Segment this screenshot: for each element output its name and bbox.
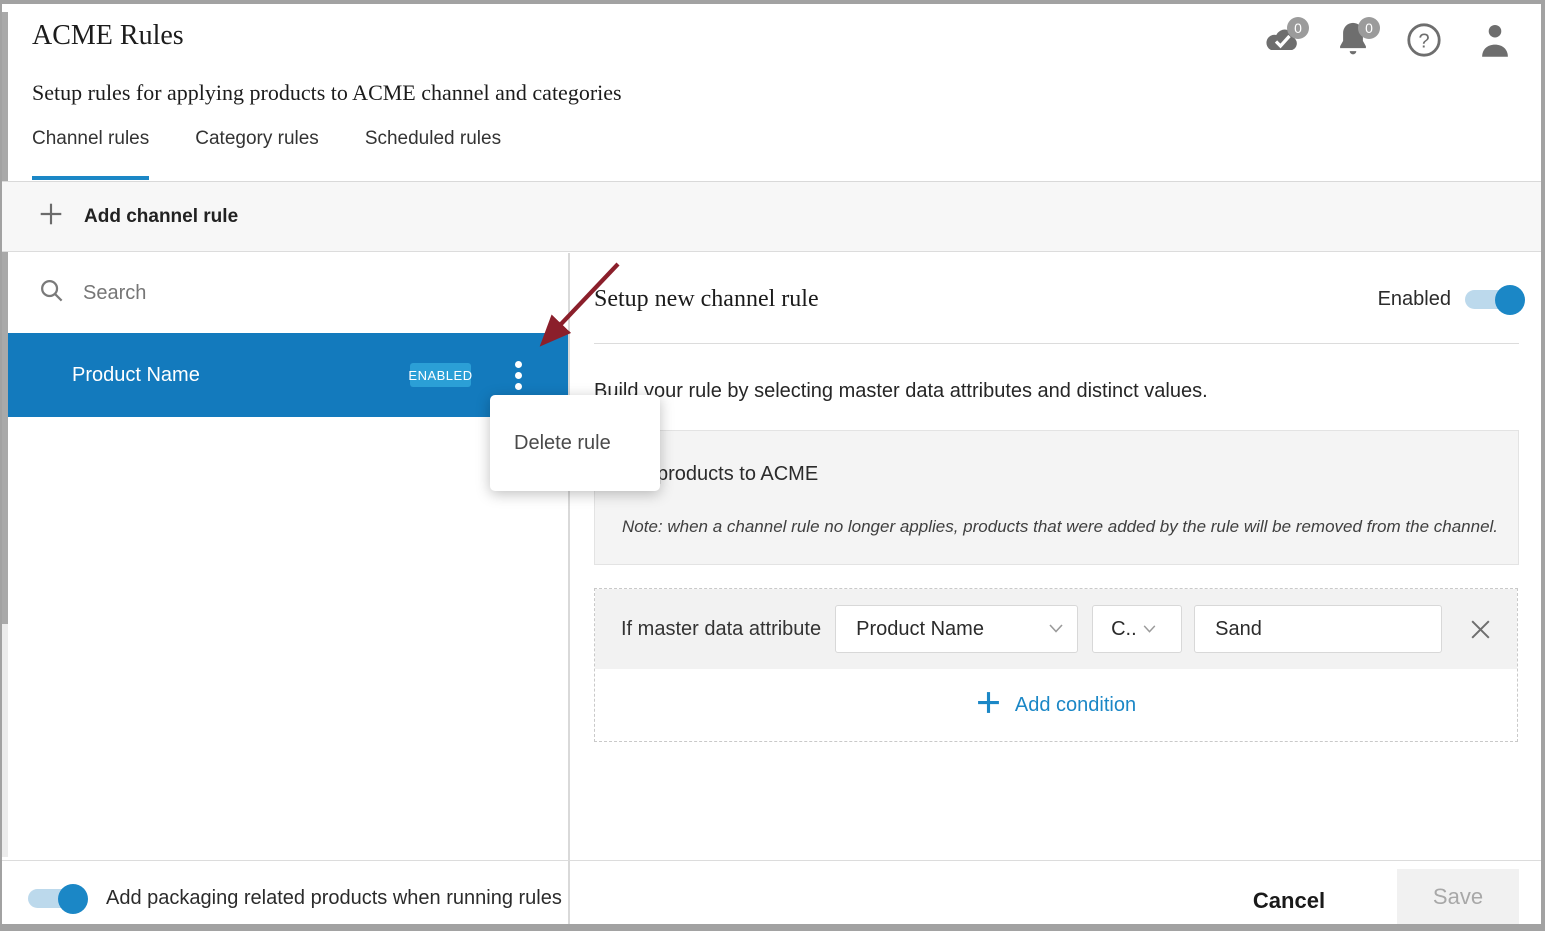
tab-bar: Channel rules Category rules Scheduled r… bbox=[32, 128, 501, 180]
header-icon-bar: 0 0 ? bbox=[1260, 20, 1517, 64]
packaging-toggle-control: Add packaging related products when runn… bbox=[28, 878, 562, 918]
chevron-down-icon bbox=[1049, 620, 1063, 638]
condition-builder: If master data attribute Product Name C.… bbox=[594, 588, 1518, 742]
panel-divider bbox=[568, 253, 570, 924]
rule-status-badge: ENABLED bbox=[410, 363, 471, 387]
toggle-knob bbox=[58, 884, 88, 914]
page-title: ACME Rules bbox=[32, 20, 184, 52]
remove-condition-button[interactable] bbox=[1468, 617, 1493, 642]
notifications-button[interactable]: 0 bbox=[1331, 20, 1375, 64]
rule-enabled-control: Enabled bbox=[1378, 288, 1523, 311]
add-condition-label: Add condition bbox=[1015, 694, 1136, 717]
rule-action-title: products to ACME bbox=[657, 463, 818, 486]
operator-select-value: C.. bbox=[1111, 618, 1137, 641]
condition-prefix-label: If master data attribute bbox=[621, 618, 821, 641]
app-window: ACME Rules Setup rules for applying prod… bbox=[0, 0, 1545, 931]
attribute-select[interactable]: Product Name bbox=[835, 605, 1078, 653]
help-button[interactable]: ? bbox=[1402, 20, 1446, 64]
packaging-products-toggle[interactable] bbox=[28, 889, 86, 908]
acme-rules-app: ACME Rules Setup rules for applying prod… bbox=[2, 4, 1541, 924]
kebab-dot bbox=[515, 372, 522, 379]
add-channel-rule-label: Add channel rule bbox=[84, 206, 238, 228]
person-icon bbox=[1477, 21, 1513, 64]
save-button[interactable]: Save bbox=[1397, 869, 1519, 924]
add-condition-button[interactable]: Add condition bbox=[595, 669, 1517, 741]
rule-description: Build your rule by selecting master data… bbox=[594, 380, 1208, 403]
footer-divider bbox=[2, 860, 1541, 861]
notifications-count-badge: 0 bbox=[1358, 17, 1380, 39]
approvals-button[interactable]: 0 bbox=[1260, 20, 1304, 64]
tab-scheduled-rules[interactable]: Scheduled rules bbox=[365, 128, 501, 180]
kebab-dot bbox=[515, 361, 522, 368]
rule-action-note: Note: when a channel rule no longer appl… bbox=[622, 517, 1498, 537]
add-channel-rule-button[interactable]: Add channel rule bbox=[2, 182, 1541, 252]
rule-kebab-menu-button[interactable] bbox=[511, 357, 526, 394]
packaging-toggle-label: Add packaging related products when runn… bbox=[106, 887, 562, 910]
question-mark-icon: ? bbox=[1405, 21, 1443, 64]
cancel-button[interactable]: Cancel bbox=[1224, 876, 1354, 924]
panel-heading: Setup new channel rule bbox=[594, 286, 819, 313]
chevron-down-icon bbox=[1143, 620, 1156, 638]
rule-search bbox=[8, 253, 568, 333]
approvals-count-badge: 0 bbox=[1287, 17, 1309, 39]
page-subtitle: Setup rules for applying products to ACM… bbox=[32, 80, 622, 106]
enabled-label: Enabled bbox=[1378, 288, 1451, 311]
condition-row: If master data attribute Product Name C.… bbox=[595, 589, 1517, 669]
close-icon bbox=[1468, 617, 1493, 642]
search-input[interactable] bbox=[83, 282, 463, 305]
rule-name: Product Name bbox=[72, 364, 200, 387]
search-icon bbox=[38, 277, 65, 309]
tab-channel-rules[interactable]: Channel rules bbox=[32, 128, 149, 180]
tab-category-rules[interactable]: Category rules bbox=[195, 128, 319, 180]
attribute-select-value: Product Name bbox=[856, 618, 984, 641]
rule-list-item-product-name[interactable]: Product Name ENABLED bbox=[8, 333, 568, 417]
account-button[interactable] bbox=[1473, 20, 1517, 64]
vertical-scrollbar[interactable] bbox=[2, 12, 8, 857]
svg-text:?: ? bbox=[1418, 30, 1429, 52]
rule-action-box: products to ACME Note: when a channel ru… bbox=[594, 430, 1519, 565]
rule-context-menu: Delete rule bbox=[490, 395, 660, 491]
operator-select[interactable]: C.. bbox=[1092, 605, 1182, 653]
menu-item-delete-rule[interactable]: Delete rule bbox=[514, 432, 611, 455]
plus-icon bbox=[976, 690, 1001, 720]
toggle-knob bbox=[1495, 285, 1525, 315]
rule-enabled-toggle[interactable] bbox=[1465, 290, 1523, 309]
condition-value-input[interactable] bbox=[1194, 605, 1442, 653]
plus-icon bbox=[38, 201, 64, 232]
heading-divider bbox=[594, 343, 1519, 344]
kebab-dot bbox=[515, 383, 522, 390]
